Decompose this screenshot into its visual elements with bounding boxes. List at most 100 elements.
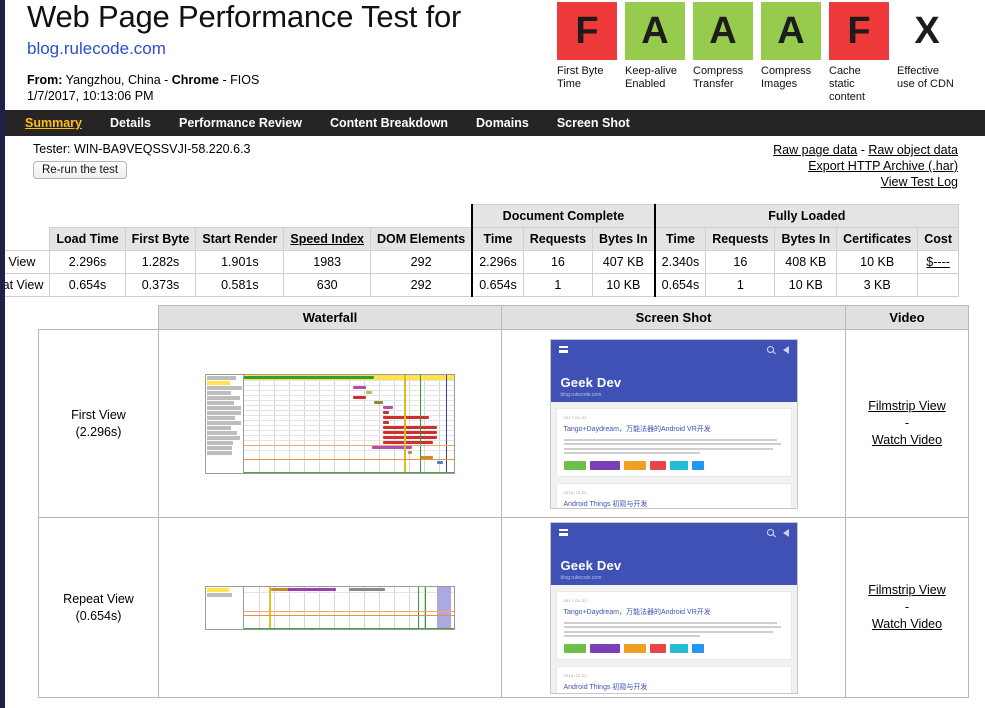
grade-letter-box: A <box>693 2 753 60</box>
metrics-group-header-row: Document Complete Fully Loaded <box>0 205 959 228</box>
grade-label: First Byte Time <box>557 65 617 91</box>
tested-url-link[interactable]: blog.rulecode.com <box>27 39 547 59</box>
waterfall-rowline <box>244 390 454 391</box>
test-timestamp: 1/7/2017, 10:13:06 PM <box>27 88 547 104</box>
tab-performance-review[interactable]: Performance Review <box>179 116 302 130</box>
cell-first-byte: 0.373s <box>125 274 196 297</box>
article-title: Tango+Daydream，万能法器的Android VR开发 <box>564 424 784 434</box>
cell-dc-bytes-in: 10 KB <box>593 274 655 297</box>
export-har-row: Export HTTP Archive (.har) <box>773 158 958 174</box>
hamburger-menu-icon <box>559 529 568 536</box>
export-har-link[interactable]: Export HTTP Archive (.har) <box>808 159 958 173</box>
view-name: Repeat View <box>40 591 157 608</box>
cost-link[interactable]: $---- <box>926 255 950 269</box>
results-row-label-repeat-view: Repeat View (0.654s) <box>39 518 159 698</box>
waterfall-request-bar <box>383 411 389 414</box>
view-test-log-row: View Test Log <box>773 174 958 190</box>
grade-letter-box: A <box>761 2 821 60</box>
raw-page-data-link[interactable]: Raw page data <box>773 143 857 157</box>
results-table-wrap: Waterfall Screen Shot Video First View (… <box>5 297 985 698</box>
tab-content-breakdown[interactable]: Content Breakdown <box>330 116 448 130</box>
cell-load-time: 0.654s <box>50 274 125 297</box>
article-tag <box>692 461 704 470</box>
article-tag <box>564 461 586 470</box>
play-triangle-icon <box>783 346 789 354</box>
watch-video-link[interactable]: Watch Video <box>872 433 942 447</box>
grade-effective-use-of-cdn[interactable]: X Effective use of CDN <box>897 2 957 104</box>
screenshot-cell-first-view[interactable]: Geek Dev blog.rulecode.com 2017-01-02 Ta… <box>502 330 846 518</box>
article-tag <box>590 644 620 653</box>
group-header-fully-loaded: Fully Loaded <box>655 205 959 228</box>
view-test-log-link[interactable]: View Test Log <box>881 175 958 189</box>
waterfall-request-bar <box>244 376 374 379</box>
speed-index-link[interactable]: Speed Index <box>290 232 364 246</box>
article-tag <box>650 461 666 470</box>
cell-dc-requests: 1 <box>523 274 592 297</box>
waterfall-cell-repeat-view[interactable] <box>159 518 502 698</box>
grade-compress-images[interactable]: A Compress Images <box>761 2 821 104</box>
tab-summary[interactable]: Summary <box>25 116 82 130</box>
tab-details[interactable]: Details <box>110 116 151 130</box>
metrics-corner-cell <box>371 205 473 228</box>
tab-screen-shot[interactable]: Screen Shot <box>557 116 630 130</box>
waterfall-request-name <box>207 441 233 445</box>
screenshot-thumbnail-first-view[interactable]: Geek Dev blog.rulecode.com 2017-01-02 Ta… <box>550 339 798 509</box>
waterfall-request-bar <box>374 401 382 404</box>
results-col-video: Video <box>846 306 969 330</box>
metrics-corner-cell <box>125 205 196 228</box>
grade-first-byte-time[interactable]: F First Byte Time <box>557 2 617 104</box>
metrics-corner-cell <box>196 205 284 228</box>
grade-cache-static-content[interactable]: F Cache static content <box>829 2 889 104</box>
col-dc-time: Time <box>472 228 523 251</box>
page-header: Web Page Performance Test for blog.rulec… <box>5 0 985 110</box>
article-card-2: 2016-12-22 Android Things 初窥与开发 <box>556 483 792 509</box>
article-card-1: 2017-01-02 Tango+Daydream，万能法器的Android V… <box>556 591 792 661</box>
waterfall-chart-first-view[interactable] <box>205 374 455 474</box>
waterfall-request-name <box>207 411 241 415</box>
cell-speed-index: 630 <box>284 274 371 297</box>
video-cell-first-view: Filmstrip View - Watch Video <box>846 330 969 518</box>
grade-letter-box: F <box>829 2 889 60</box>
col-speed-index[interactable]: Speed Index <box>284 228 371 251</box>
table-row: First View 2.296s 1.282s 1.901s 1983 292… <box>0 251 959 274</box>
article-date: 2017-01-02 <box>564 598 784 603</box>
grade-letter-box: A <box>625 2 685 60</box>
waterfall-request-bar <box>282 588 337 591</box>
article-title: Android Things 初窥与开发 <box>564 682 784 692</box>
subheader-bar: Tester: WIN-BA9VEQSSVJI-58.220.6.3 Re-ru… <box>5 136 985 190</box>
watch-video-link[interactable]: Watch Video <box>872 617 942 631</box>
waterfall-request-name <box>207 451 232 455</box>
page-title: Web Page Performance Test for <box>27 0 547 33</box>
video-cell-repeat-view: Filmstrip View - Watch Video <box>846 518 969 698</box>
table-row: Repeat View (0.654s) Geek Dev blog.rulec… <box>39 518 969 698</box>
waterfall-grid <box>244 375 454 473</box>
grade-label: Cache static content <box>829 65 889 104</box>
screenshot-thumbnail-repeat-view[interactable]: Geek Dev blog.rulecode.com 2017-01-02 Ta… <box>550 522 798 694</box>
waterfall-request-bar <box>383 431 438 434</box>
results-col-screenshot: Screen Shot <box>502 306 846 330</box>
cell-first-byte: 1.282s <box>125 251 196 274</box>
filmstrip-view-link[interactable]: Filmstrip View <box>868 399 946 413</box>
row-label-first-view: First View <box>0 251 50 274</box>
col-cost: Cost <box>918 228 959 251</box>
waterfall-chart-repeat-view[interactable] <box>205 586 455 630</box>
waterfall-request-name <box>207 386 242 390</box>
results-col-waterfall: Waterfall <box>159 306 502 330</box>
raw-object-data-link[interactable]: Raw object data <box>868 143 958 157</box>
screenshot-cell-repeat-view[interactable]: Geek Dev blog.rulecode.com 2017-01-02 Ta… <box>502 518 846 698</box>
rerun-test-button[interactable]: Re-run the test <box>33 161 127 179</box>
waterfall-request-bar <box>353 396 366 399</box>
grade-label: Effective use of CDN <box>897 65 957 91</box>
grade-keep-alive-enabled[interactable]: A Keep-alive Enabled <box>625 2 685 104</box>
grade-compress-transfer[interactable]: A Compress Transfer <box>693 2 753 104</box>
waterfall-request-bar <box>383 406 394 409</box>
filmstrip-view-link[interactable]: Filmstrip View <box>868 583 946 597</box>
results-corner-cell <box>39 306 159 330</box>
cell-cost[interactable]: $---- <box>918 251 959 274</box>
waterfall-cell-first-view[interactable] <box>159 330 502 518</box>
tab-domains[interactable]: Domains <box>476 116 529 130</box>
waterfall-request-name <box>207 396 240 400</box>
waterfall-request-bar <box>383 436 438 439</box>
link-separator: - <box>857 143 868 157</box>
waterfall-request-name <box>207 426 231 430</box>
